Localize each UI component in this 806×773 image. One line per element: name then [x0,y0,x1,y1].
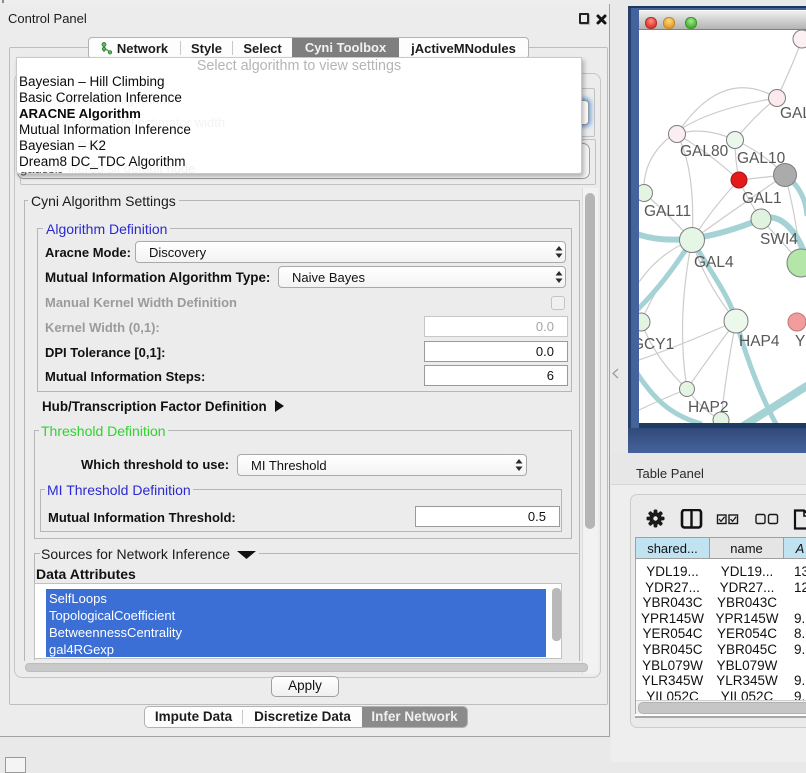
svg-text:GAL2: GAL2 [780,105,806,122]
svg-text:HAP4: HAP4 [739,333,780,350]
svg-text:GAL1: GAL1 [742,190,782,207]
svg-text:Y: Y [795,333,805,350]
svg-text:GAL11: GAL11 [644,203,691,220]
svg-text:GAL10: GAL10 [737,150,786,167]
svg-text:GCY1: GCY1 [639,336,674,353]
svg-text:GAL4: GAL4 [694,254,734,271]
svg-text:HAP2: HAP2 [688,399,729,416]
svg-text:GAL80: GAL80 [680,143,729,160]
svg-text:SWI4: SWI4 [760,231,798,248]
